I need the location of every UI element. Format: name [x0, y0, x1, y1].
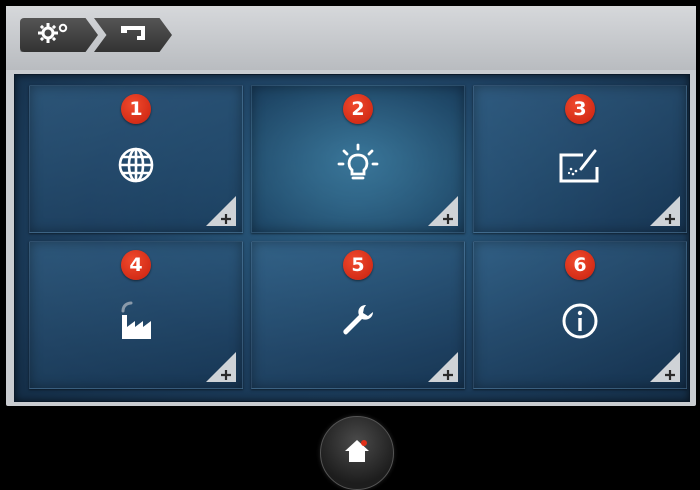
settings-panel: 1 2 3 4 5 6 [14, 74, 690, 402]
tile-factory-settings[interactable]: 4 [29, 241, 243, 389]
touchscreen-calibration-icon [556, 141, 604, 189]
globe-icon [112, 141, 160, 189]
screen: 1 2 3 4 5 6 [6, 6, 696, 406]
sewing-machine-icon [117, 23, 149, 47]
wrench-icon [334, 297, 382, 345]
expand-corner-icon [428, 196, 458, 226]
info-icon [556, 297, 604, 345]
breadcrumb-machine[interactable] [94, 18, 172, 52]
home-button[interactable] [320, 416, 394, 490]
expand-corner-icon [428, 352, 458, 382]
top-bar [6, 6, 696, 70]
tile-language[interactable]: 1 [29, 85, 243, 233]
tile-information[interactable]: 6 [473, 241, 687, 389]
tile-number-badge: 2 [343, 94, 373, 124]
factory-icon [112, 297, 160, 345]
settings-icon [37, 22, 71, 48]
expand-corner-icon [650, 352, 680, 382]
lightbulb-icon [334, 141, 382, 189]
tile-service[interactable]: 5 [251, 241, 465, 389]
expand-corner-icon [650, 196, 680, 226]
breadcrumb-settings[interactable] [20, 18, 98, 52]
tile-number-badge: 3 [565, 94, 595, 124]
expand-corner-icon [206, 352, 236, 382]
tile-number-badge: 4 [121, 250, 151, 280]
tile-lighting[interactable]: 2 [251, 85, 465, 233]
tile-number-badge: 1 [121, 94, 151, 124]
tile-number-badge: 5 [343, 250, 373, 280]
tile-number-badge: 6 [565, 250, 595, 280]
tile-screen-calibration[interactable]: 3 [473, 85, 687, 233]
home-icon [342, 437, 372, 469]
expand-corner-icon [206, 196, 236, 226]
